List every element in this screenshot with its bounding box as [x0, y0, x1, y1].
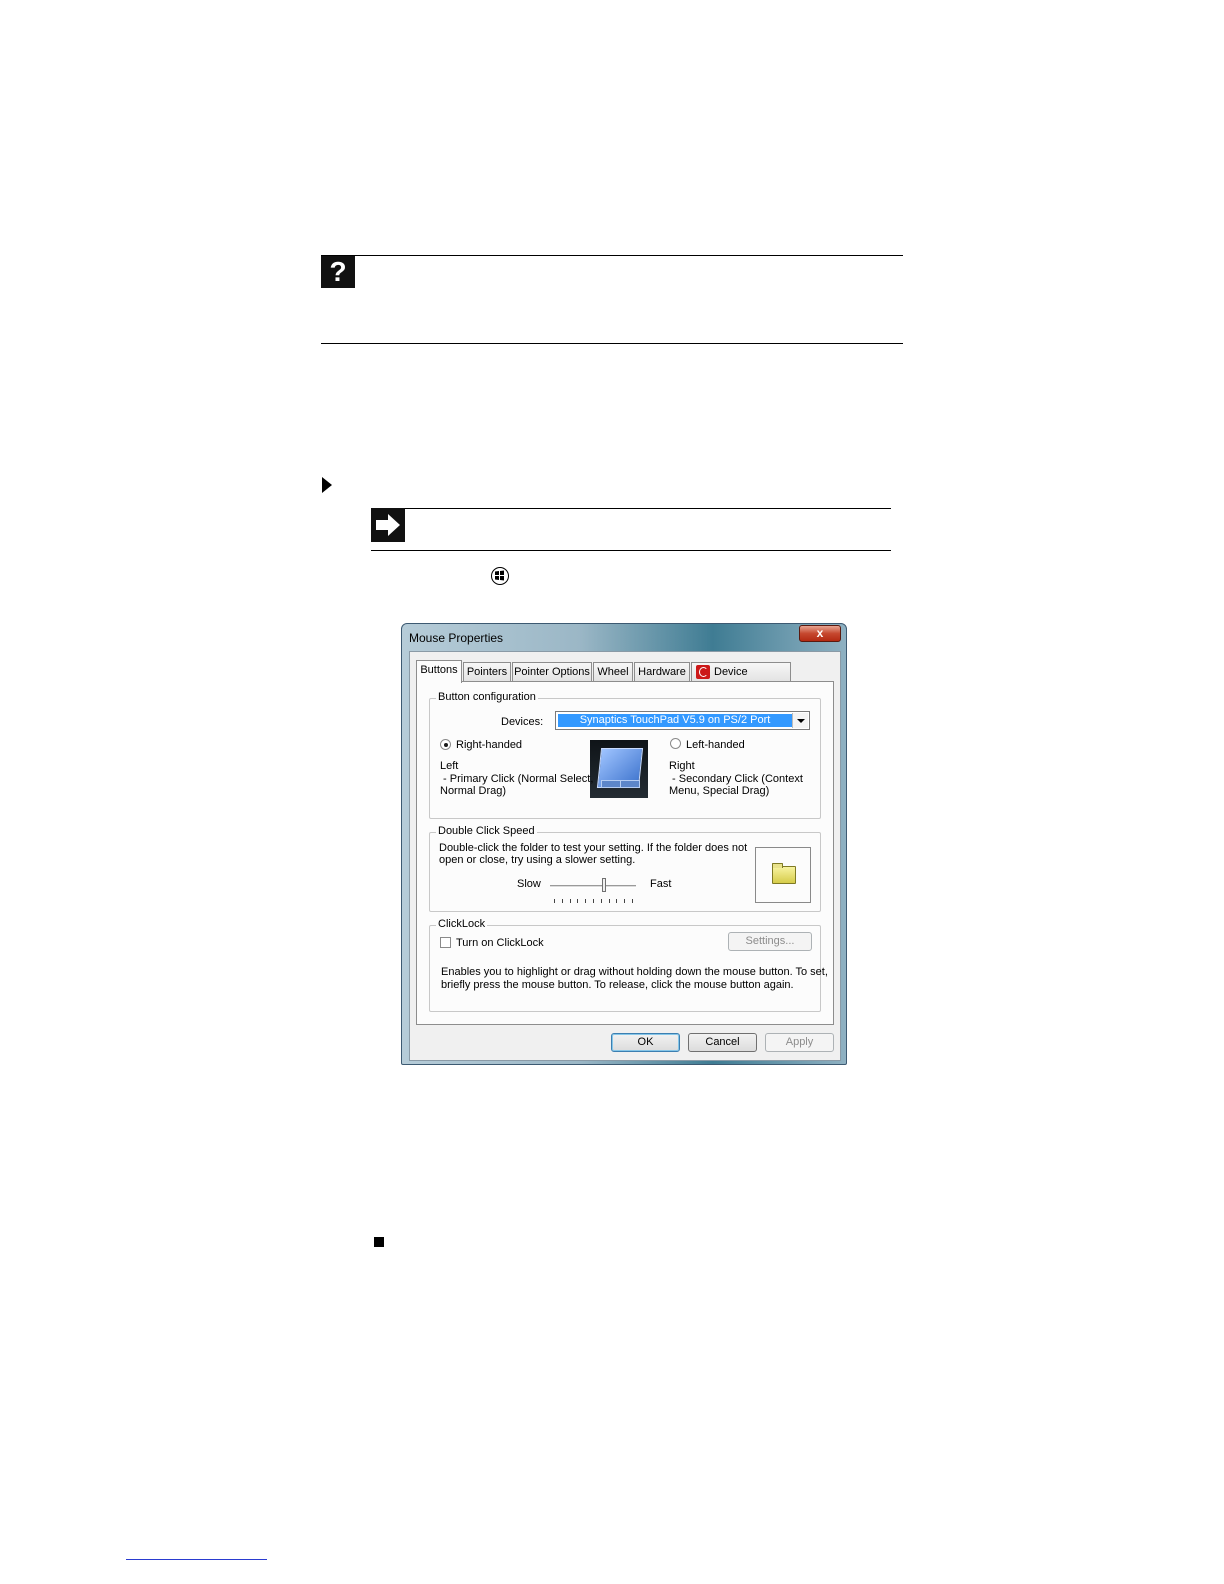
footer-link-underline: [126, 1559, 267, 1560]
dialog-title: Mouse Properties: [409, 631, 504, 645]
double-click-speed-track: [550, 885, 636, 888]
clicklock-label: ClickLock: [436, 918, 488, 930]
mouse-properties-dialog: Mouse Properties x Buttons Pointers Poin…: [401, 623, 847, 1065]
slider-tick: [593, 899, 594, 903]
tab-buttons[interactable]: Buttons: [416, 660, 462, 683]
button-configuration-label: Button configuration: [436, 691, 538, 703]
button-configuration-group: Button configuration Devices: Synaptics …: [429, 691, 821, 819]
right-button-title: Right: [669, 760, 695, 772]
close-button[interactable]: x: [799, 625, 841, 642]
cancel-button[interactable]: Cancel: [688, 1033, 757, 1052]
slider-tick: [585, 899, 587, 903]
tab-wheel[interactable]: Wheel: [593, 662, 633, 681]
tab-device-settings[interactable]: Device Settings: [691, 662, 791, 696]
help-callout-bottom-rule: [321, 343, 903, 344]
tab-pointer-options[interactable]: Pointer Options: [512, 662, 592, 681]
tab-strip: Buttons Pointers Pointer Options Wheel H…: [416, 660, 834, 696]
left-handed-label[interactable]: Left-handed: [686, 739, 745, 752]
devices-dropdown[interactable]: Synaptics TouchPad V5.9 on PS/2 Port: [555, 711, 810, 730]
double-click-speed-label: Double Click Speed: [436, 825, 537, 837]
question-icon: ?: [321, 256, 355, 288]
dialog-client-area: Buttons Pointers Pointer Options Wheel H…: [409, 651, 841, 1061]
slider-tick: [624, 899, 626, 903]
triangle-bullet-icon: [322, 477, 332, 493]
slider-tick: [608, 899, 610, 903]
devices-label: Devices:: [501, 716, 544, 728]
right-handed-label[interactable]: Right-handed: [456, 739, 522, 752]
clicklock-desc-line2: briefly press the mouse button. To relea…: [441, 979, 794, 991]
left-button-desc-line2: Normal Drag): [440, 785, 507, 797]
turn-on-clicklock-checkbox[interactable]: [440, 937, 451, 948]
chevron-down-icon[interactable]: [792, 713, 808, 728]
tip-callout-bottom-rule: [371, 550, 891, 551]
slider-tick: [600, 899, 602, 903]
slider-tick: [561, 899, 563, 903]
double-click-speed-group: Double Click Speed Double-click the fold…: [429, 825, 821, 912]
slider-tick: [554, 899, 555, 903]
touchpad-image: [590, 740, 648, 798]
clicklock-group: ClickLock Turn on ClickLock Settings... …: [429, 918, 828, 1012]
clicklock-desc-line1: Enables you to highlight or drag without…: [441, 966, 828, 978]
test-folder-area[interactable]: [755, 847, 811, 903]
arrow-right-icon: [371, 508, 405, 542]
slider-tick: [569, 899, 571, 903]
tip-callout-top-rule: [371, 508, 891, 509]
tab-hardware[interactable]: Hardware: [634, 662, 690, 681]
fast-label: Fast: [650, 878, 672, 890]
clicklock-settings-button[interactable]: Settings...: [728, 932, 812, 951]
slider-tick: [577, 899, 579, 903]
right-button-desc-line2: Menu, Special Drag): [669, 785, 770, 797]
tab-pointers[interactable]: Pointers: [463, 662, 511, 681]
left-handed-radio[interactable]: [670, 738, 681, 749]
ok-button[interactable]: OK: [611, 1033, 680, 1052]
slider-tick: [616, 899, 618, 903]
apply-button[interactable]: Apply: [765, 1033, 834, 1052]
double-click-speed-slider[interactable]: [601, 878, 606, 892]
devices-selected-value: Synaptics TouchPad V5.9 on PS/2 Port: [558, 714, 792, 727]
folder-icon[interactable]: [772, 863, 796, 884]
slider-tick: [632, 899, 633, 903]
end-square-icon: [374, 1237, 384, 1247]
right-handed-radio[interactable]: [440, 739, 451, 750]
buttons-tab-panel: Button configuration Devices: Synaptics …: [416, 681, 834, 1025]
slow-label: Slow: [517, 878, 541, 890]
synaptics-icon: [696, 665, 710, 679]
left-button-title: Left: [440, 760, 459, 772]
help-callout-top-rule: [321, 255, 903, 256]
turn-on-clicklock-label[interactable]: Turn on ClickLock: [456, 937, 544, 950]
windows-start-icon: [491, 567, 509, 585]
double-click-desc-line2: open or close, try using a slower settin…: [439, 854, 636, 866]
